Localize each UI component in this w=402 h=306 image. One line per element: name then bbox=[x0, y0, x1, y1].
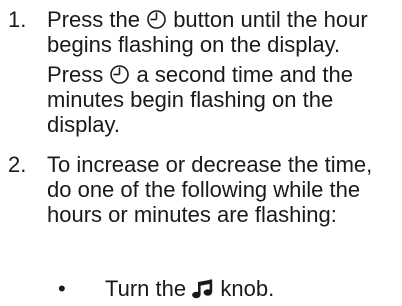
bullet-marker: • bbox=[58, 276, 66, 301]
step-number: 1. bbox=[8, 7, 27, 32]
step-1-paragraph-2: Press a second time and the minutes begi… bbox=[47, 62, 397, 137]
bullet-text-part: Turn the bbox=[105, 276, 187, 301]
document-page: 1. Press the button until the hour begin… bbox=[0, 0, 402, 306]
step-number: 2. bbox=[8, 152, 27, 177]
clock-icon bbox=[146, 9, 167, 30]
step-2-paragraph: To increase or decrease the time, do one… bbox=[47, 152, 373, 227]
clock-icon bbox=[109, 64, 130, 85]
music-note-icon bbox=[192, 279, 214, 299]
step-1-paragraph-1: Press the button until the hour begins f… bbox=[47, 7, 397, 57]
bullet-text-part: knob. bbox=[220, 276, 275, 301]
step-text: Press the bbox=[47, 7, 140, 32]
bullet-text: Turn the knob. bbox=[105, 276, 274, 301]
step-text: Press bbox=[47, 62, 104, 87]
